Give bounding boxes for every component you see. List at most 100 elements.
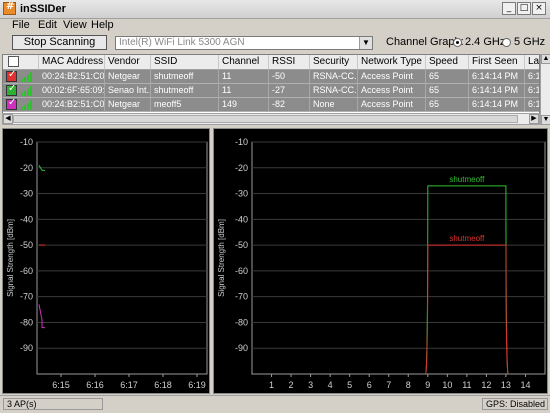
column-header-speed[interactable]: Speed (426, 55, 469, 70)
row-checkbox[interactable] (6, 97, 17, 110)
x-tick-label: 7 (386, 380, 391, 390)
table-horizontal-scrollbar[interactable]: ◀ ▶ (2, 113, 540, 125)
y-tick-label: -40 (20, 214, 33, 224)
x-tick-label: 6:17 (120, 380, 138, 390)
y-axis-label: Signal Strength [dBm] (6, 219, 15, 297)
cell-speed: 65 (426, 98, 469, 111)
column-header-vendor[interactable]: Vendor (105, 55, 151, 70)
series-label: shutmeoff (449, 175, 485, 184)
stop-scanning-button[interactable]: Stop Scanning (12, 35, 107, 50)
cell-speed: 65 (426, 84, 469, 97)
cell-first: 6:14:14 PM (469, 84, 525, 97)
scroll-thumb[interactable] (13, 115, 518, 123)
series-line (425, 185, 509, 375)
y-tick-label: -20 (20, 163, 33, 173)
scroll-right-icon[interactable]: ▶ (529, 114, 539, 124)
cell-mac: 00:02:6F:65:09:... (39, 84, 105, 97)
band-24-label[interactable]: 2.4 GHz (465, 36, 505, 48)
chevron-down-icon[interactable]: ▼ (359, 37, 372, 49)
x-tick-label: 5 (347, 380, 352, 390)
column-header-network-type[interactable]: Network Type (358, 55, 426, 70)
cell-security: RSNA-CC... (310, 70, 358, 83)
cell-rssi: -27 (269, 84, 310, 97)
cell-security: None (310, 98, 358, 111)
table-row[interactable]: 00:24:B2:51:C0:...Netgearmeoff5149-82Non… (3, 97, 539, 112)
minimize-button[interactable]: _ (502, 2, 516, 15)
column-header-mac[interactable]: MAC Address (39, 55, 105, 70)
menu-edit[interactable]: Edit (38, 19, 57, 31)
menu-view[interactable]: View (63, 19, 87, 31)
band-24-radio[interactable] (453, 38, 462, 47)
scroll-left-icon[interactable]: ◀ (3, 114, 13, 124)
y-tick-label: -60 (20, 266, 33, 276)
menu-file[interactable]: File (12, 19, 30, 31)
scroll-down-icon[interactable]: ▼ (541, 115, 550, 125)
y-tick-label: -80 (235, 317, 248, 327)
column-header-rssi[interactable]: RSSI (269, 55, 310, 70)
network-table: MAC Address Vendor SSID Channel RSSI Sec… (2, 54, 540, 114)
cell-security: RSNA-CC... (310, 84, 358, 97)
gps-status: GPS: Disabled (482, 398, 548, 410)
app-logo-icon (3, 1, 16, 15)
cell-channel: 149 (219, 98, 269, 111)
maximize-button[interactable]: □ (517, 2, 531, 15)
app-window: inSSIDer _ □ × File Edit View Help Stop … (0, 0, 550, 413)
column-header-first-seen[interactable]: First Seen (469, 55, 525, 70)
toolbar: Stop Scanning Intel(R) WiFi Link 5300 AG… (0, 33, 550, 53)
scroll-up-icon[interactable]: ▲ (541, 54, 550, 64)
cell-vendor: Senao Int... (105, 84, 151, 97)
cell-type: Access Point (358, 84, 426, 97)
cell-vendor: Netgear (105, 70, 151, 83)
x-tick-label: 2 (289, 380, 294, 390)
x-tick-label: 11 (462, 380, 471, 390)
cell-type: Access Point (358, 70, 426, 83)
cell-ssid: meoff5 (151, 98, 219, 111)
y-tick-label: -80 (20, 317, 33, 327)
plot-frame (251, 141, 546, 375)
cell-mac: 00:24:B2:51:C0:... (39, 70, 105, 83)
band-5-label[interactable]: 5 GHz (514, 36, 545, 48)
cell-last: 6:14:1 (525, 98, 539, 111)
time-graph-panel: -10 -20 -30 -40 -50 -60 -70 -80 -90 6:15 6:16 6:17 6… (2, 128, 210, 394)
y-tick-label: -20 (235, 163, 248, 173)
adapter-value: Intel(R) WiFi Link 5300 AGN (119, 37, 245, 48)
x-tick-label: 9 (425, 380, 430, 390)
x-tick-label: 13 (501, 380, 511, 390)
table-row[interactable]: 00:02:6F:65:09:...Senao Int...shutmeoff1… (3, 83, 539, 98)
cell-vendor: Netgear (105, 98, 151, 111)
ap-count-status: 3 AP(s) (3, 398, 103, 410)
time-graph-chart: -10 -20 -30 -40 -50 -60 -70 -80 -90 6:15 6:16 6:17 6… (6, 137, 208, 390)
title-bar: inSSIDer _ □ × (0, 0, 550, 19)
row-checkbox[interactable] (6, 69, 17, 82)
y-tick-label: -30 (20, 189, 33, 199)
select-all-checkbox[interactable] (8, 55, 19, 68)
row-checkbox[interactable] (6, 83, 17, 96)
column-header-security[interactable]: Security (310, 55, 358, 70)
column-header-select[interactable] (3, 55, 39, 70)
cell-rssi: -82 (269, 98, 310, 111)
column-header-ssid[interactable]: SSID (151, 55, 219, 70)
y-tick-label: -30 (235, 189, 248, 199)
band-5-radio[interactable] (502, 38, 511, 47)
x-tick-label: 6:19 (188, 380, 206, 390)
y-tick-label: -60 (235, 266, 248, 276)
cell-last: 6:14:1 (525, 70, 539, 83)
y-tick-label: -10 (20, 137, 33, 147)
signal-bars-icon (21, 86, 34, 96)
y-tick-label: -50 (235, 240, 248, 250)
y-tick-label: -70 (20, 292, 33, 302)
y-tick-label: -40 (235, 214, 248, 224)
table-vertical-scrollbar[interactable]: ▲ ▼ (540, 54, 550, 125)
series-line (425, 244, 509, 375)
menu-help[interactable]: Help (91, 19, 114, 31)
cell-first: 6:14:14 PM (469, 98, 525, 111)
column-header-last-seen[interactable]: Last S (525, 55, 539, 70)
cell-type: Access Point (358, 98, 426, 111)
column-header-channel[interactable]: Channel (219, 55, 269, 70)
y-tick-label: -50 (20, 240, 33, 250)
table-row[interactable]: 00:24:B2:51:C0:...Netgearshutmeoff11-50R… (3, 69, 539, 84)
cell-ssid: shutmeoff (151, 84, 219, 97)
adapter-select[interactable]: Intel(R) WiFi Link 5300 AGN ▼ (115, 36, 373, 50)
series-label: shutmeoff (449, 234, 485, 243)
close-button[interactable]: × (532, 2, 546, 15)
